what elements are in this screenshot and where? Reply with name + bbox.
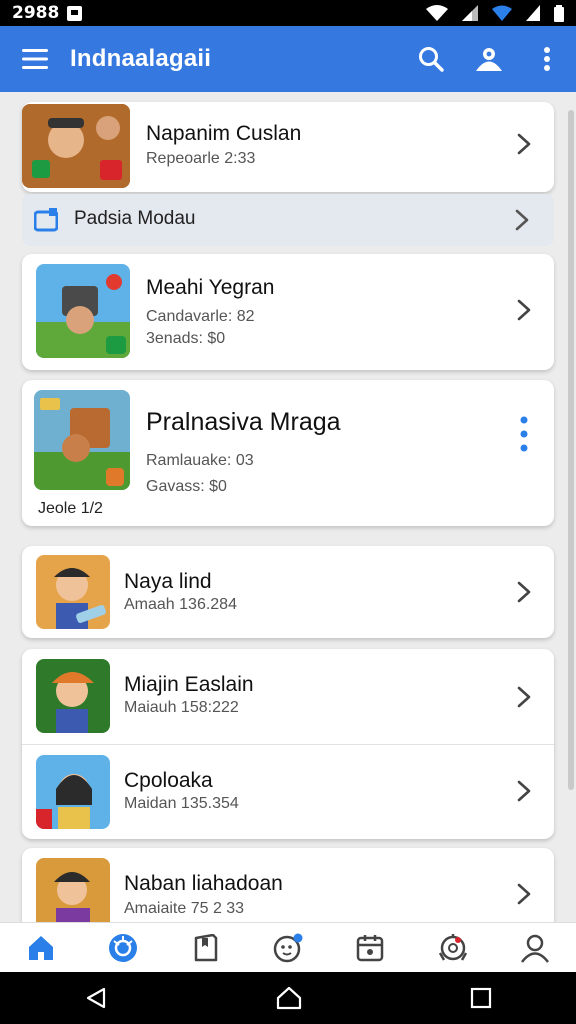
nav-achievements[interactable]	[411, 923, 493, 972]
notification-icon	[67, 5, 83, 21]
game-thumbnail	[36, 755, 110, 829]
chevron-right-icon[interactable]	[514, 685, 534, 709]
item-price: Gavass: $0	[146, 478, 227, 495]
bottom-navigation	[0, 922, 576, 972]
account-icon	[476, 48, 502, 71]
item-footer: Jeole 1/2	[38, 500, 103, 517]
home-nav-icon[interactable]	[276, 986, 302, 1010]
notifications-icon	[273, 933, 303, 962]
game-thumbnail	[36, 659, 110, 733]
account-button[interactable]	[460, 26, 518, 92]
nav-calendar[interactable]	[329, 923, 411, 972]
chevron-right-icon[interactable]	[514, 882, 534, 906]
explore-icon	[109, 933, 138, 962]
scrollbar[interactable]	[568, 110, 574, 790]
game-thumbnail	[36, 858, 110, 922]
list-item[interactable]: Meahi Yegran Candavarle: 82 3enads: $0	[22, 254, 554, 370]
calendar-icon	[357, 934, 384, 961]
more-options-button[interactable]	[518, 26, 576, 92]
app-bar: Indnaalagaii	[0, 26, 576, 92]
game-thumbnail	[36, 555, 110, 629]
library-icon	[194, 933, 217, 961]
item-subtitle: Amaah 136.284	[124, 596, 237, 613]
item-title: Napanim Cuslan	[146, 122, 302, 145]
menu-button[interactable]	[0, 26, 70, 92]
item-subtitle: Candavarle: 82	[146, 308, 255, 325]
list-item[interactable]: Napanim Cuslan Repeoarle 2:33	[22, 102, 554, 192]
nav-library[interactable]	[165, 923, 247, 972]
nav-explore[interactable]	[82, 923, 164, 972]
item-subtitle: Maiauh 158:222	[124, 699, 239, 716]
profile-icon	[520, 934, 549, 963]
status-bar: 2988	[0, 0, 576, 26]
signal-icon	[462, 5, 478, 21]
back-icon[interactable]	[84, 986, 108, 1010]
item-title: Cpoloaka	[124, 769, 213, 792]
chevron-right-icon[interactable]	[514, 132, 534, 156]
list-item[interactable]: Cpoloaka Maidan 135.354	[22, 745, 554, 839]
hamburger-icon	[22, 49, 48, 69]
item-title: Meahi Yegran	[146, 276, 275, 299]
chevron-right-icon[interactable]	[514, 580, 534, 604]
app-title: Indnaalagaii	[70, 45, 212, 72]
nav-home[interactable]	[0, 923, 82, 972]
home-icon	[29, 935, 54, 960]
list-item[interactable]: Miajin Easlain Maiauh 158:222	[22, 649, 554, 745]
status-time: 2988	[12, 3, 60, 23]
list-item[interactable]: Pralnasiva Mraga Ramlauake: 03 Gavass: $…	[22, 380, 554, 526]
section-label: Padsia Modau	[74, 208, 196, 229]
list-item[interactable]: Naya lind Amaah 136.284	[22, 546, 554, 638]
signal-full-icon	[526, 5, 540, 21]
section-header[interactable]: Padsia Modau	[22, 194, 554, 246]
content-list[interactable]: Napanim Cuslan Repeoarle 2:33 Padsia Mod…	[0, 92, 576, 922]
item-title: Miajin Easlain	[124, 673, 254, 696]
nav-notifications[interactable]	[247, 923, 329, 972]
list-item[interactable]: Naban liahadoan Amaiaite 75 2 33	[22, 848, 554, 922]
game-thumbnail	[36, 264, 130, 358]
chevron-right-icon[interactable]	[514, 779, 534, 803]
more-vert-icon	[544, 47, 550, 71]
wifi-blue-icon	[492, 5, 512, 21]
item-subtitle: Amaiaite 75 2 33	[124, 900, 245, 917]
achievements-icon	[438, 933, 467, 961]
item-subtitle: Maidan 135.354	[124, 795, 239, 812]
search-icon	[419, 47, 444, 72]
search-button[interactable]	[402, 26, 460, 92]
battery-icon	[554, 4, 564, 22]
item-price: 3enads: $0	[146, 330, 226, 347]
system-navigation-bar	[0, 972, 576, 1024]
item-subtitle: Ramlauake: 03	[146, 452, 254, 469]
chevron-right-icon[interactable]	[512, 208, 532, 232]
item-subtitle: Repeoarle 2:33	[146, 150, 256, 167]
game-thumbnail	[22, 104, 130, 188]
more-vert-icon[interactable]	[520, 416, 528, 452]
nav-profile[interactable]	[494, 923, 576, 972]
wifi-icon	[426, 5, 448, 21]
chevron-right-icon[interactable]	[514, 298, 534, 322]
game-thumbnail	[34, 390, 130, 490]
item-title: Naban liahadoan	[124, 872, 283, 895]
folder-icon	[34, 208, 58, 232]
recents-icon[interactable]	[470, 987, 492, 1009]
list-group: Miajin Easlain Maiauh 158:222 Cpoloaka M…	[22, 649, 554, 839]
item-title: Pralnasiva Mraga	[146, 408, 341, 436]
item-title: Naya lind	[124, 570, 212, 593]
